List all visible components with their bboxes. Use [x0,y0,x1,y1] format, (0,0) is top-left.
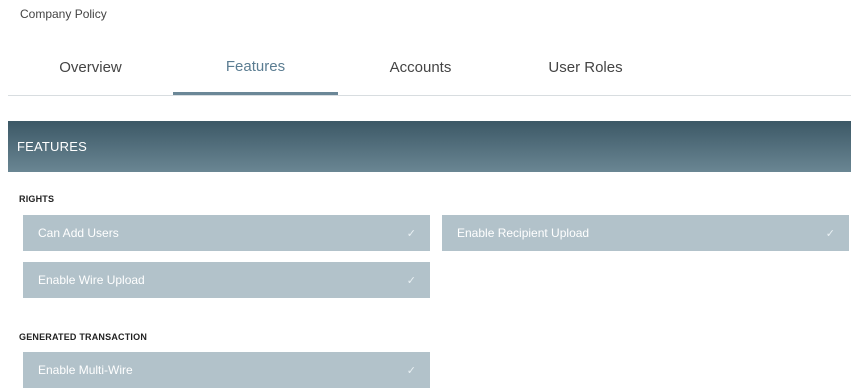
rights-group-title: RIGHTS [19,194,55,204]
tab-user-roles[interactable]: User Roles [503,40,668,95]
check-icon: ✓ [406,364,416,377]
enable-multi-wire-toggle[interactable]: Enable Multi-Wire ✓ [23,352,430,388]
check-icon: ✓ [406,227,416,240]
can-add-users-toggle[interactable]: Can Add Users ✓ [23,215,430,251]
tab-accounts[interactable]: Accounts [338,40,503,95]
tab-overview[interactable]: Overview [8,40,173,95]
features-section-header: FEATURES [8,121,851,172]
section-title: FEATURES [17,139,87,154]
check-icon: ✓ [406,274,416,287]
enable-wire-upload-toggle[interactable]: Enable Wire Upload ✓ [23,262,430,298]
check-icon: ✓ [825,227,835,240]
toggle-label: Can Add Users [38,226,119,240]
enable-recipient-upload-toggle[interactable]: Enable Recipient Upload ✓ [442,215,849,251]
toggle-label: Enable Multi-Wire [38,363,133,377]
tab-features[interactable]: Features [173,40,338,95]
toggle-label: Enable Wire Upload [38,273,145,287]
toggle-label: Enable Recipient Upload [457,226,590,240]
generated-transaction-group-title: GENERATED TRANSACTION [19,332,148,342]
breadcrumb: Company Policy [20,7,107,21]
tab-bar: Overview Features Accounts User Roles [8,40,851,96]
